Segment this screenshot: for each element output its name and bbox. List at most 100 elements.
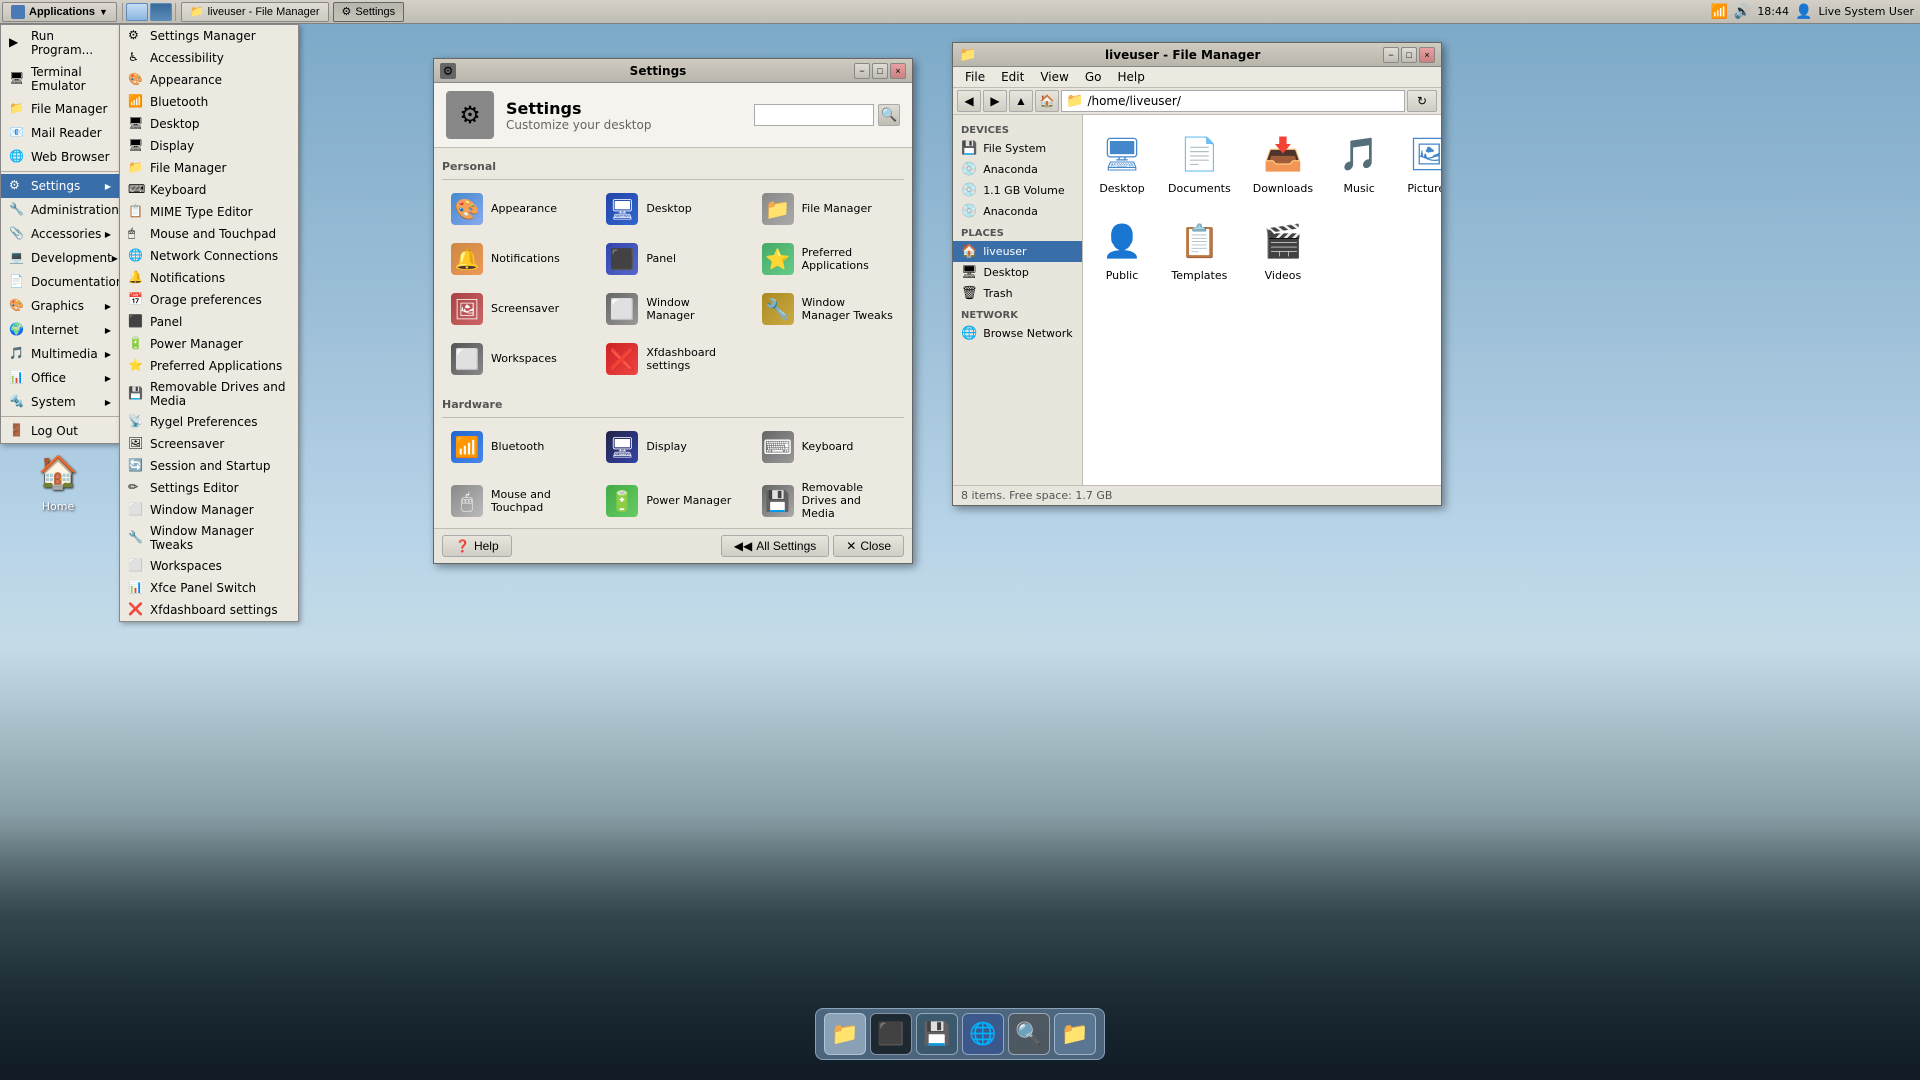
menu-browser[interactable]: 🌐 Web Browser <box>1 145 119 169</box>
fm-home-btn[interactable]: 🏠 <box>1035 90 1059 112</box>
sm-settings-manager[interactable]: ⚙ Settings Manager <box>120 25 298 47</box>
menu-run-program[interactable]: ▶ Run Program... <box>1 25 119 61</box>
menu-logout[interactable]: 🚪 Log Out <box>1 419 119 443</box>
dock-item-folder1[interactable]: 📁 <box>824 1013 866 1055</box>
settings-keyboard[interactable]: ⌨ Keyboard <box>753 424 904 470</box>
settings-panel[interactable]: ⬛ Panel <box>597 236 748 282</box>
settings-power[interactable]: 🔋 Power Manager <box>597 474 748 528</box>
menu-office[interactable]: 📊 Office ▶ <box>1 366 119 390</box>
fm-device-anaconda2[interactable]: 💿 Anaconda <box>953 201 1082 222</box>
settings-desktop[interactable]: 🖥 Desktop <box>597 186 748 232</box>
fm-icon-downloads[interactable]: 📥 Downloads <box>1246 123 1320 202</box>
fm-browse-network[interactable]: 🌐 Browse Network <box>953 323 1082 344</box>
menu-system[interactable]: 🔩 System ▶ <box>1 390 119 414</box>
settings-search-input[interactable] <box>754 104 874 126</box>
menu-graphics[interactable]: 🎨 Graphics ▶ <box>1 294 119 318</box>
sm-xfdashboard[interactable]: ❌ Xfdashboard settings <box>120 599 298 621</box>
sm-settings-editor[interactable]: ✏ Settings Editor <box>120 477 298 499</box>
menu-mail[interactable]: 📧 Mail Reader <box>1 121 119 145</box>
sm-workspaces[interactable]: ⬜ Workspaces <box>120 555 298 577</box>
sm-power[interactable]: 🔋 Power Manager <box>120 333 298 355</box>
all-settings-button[interactable]: ◀◀ All Settings <box>721 535 830 557</box>
sm-mime[interactable]: 📋 MIME Type Editor <box>120 201 298 223</box>
fm-menu-view[interactable]: View <box>1032 68 1076 86</box>
fm-icon-music[interactable]: 🎵 Music <box>1328 123 1390 202</box>
menu-internet[interactable]: 🌍 Internet ▶ <box>1 318 119 342</box>
sm-session[interactable]: 🔄 Session and Startup <box>120 455 298 477</box>
fm-icon-public[interactable]: 👤 Public <box>1091 210 1153 289</box>
dock-item-folder2[interactable]: 📁 <box>1054 1013 1096 1055</box>
menu-accessories[interactable]: 📎 Accessories ▶ <box>1 222 119 246</box>
settings-mouse[interactable]: 🖱 Mouse and Touchpad <box>442 474 593 528</box>
fm-menu-help[interactable]: Help <box>1109 68 1152 86</box>
fm-minimize-btn[interactable]: − <box>1383 47 1399 63</box>
menu-terminal[interactable]: 🖥 Terminal Emulator <box>1 61 119 97</box>
settings-taskbar-btn[interactable]: ⚙ Settings <box>333 2 405 22</box>
menu-file-manager[interactable]: 📁 File Manager <box>1 97 119 121</box>
settings-close-footer-button[interactable]: ✕ Close <box>833 535 904 557</box>
settings-help-button[interactable]: ❓ Help <box>442 535 512 557</box>
settings-screensaver[interactable]: 🖼 Screensaver <box>442 286 593 332</box>
settings-display[interactable]: 🖥 Display <box>597 424 748 470</box>
menu-development[interactable]: 💻 Development ▶ <box>1 246 119 270</box>
fm-maximize-btn[interactable]: □ <box>1401 47 1417 63</box>
dock-item-browser[interactable]: 🌐 <box>962 1013 1004 1055</box>
settings-filemanager[interactable]: 📁 File Manager <box>753 186 904 232</box>
settings-windowmanager[interactable]: ⬜ Window Manager <box>597 286 748 332</box>
fm-back-btn[interactable]: ◀ <box>957 90 981 112</box>
sm-orage[interactable]: 📅 Orage preferences <box>120 289 298 311</box>
settings-close-btn[interactable]: × <box>890 63 906 79</box>
sm-filemanager[interactable]: 📁 File Manager <box>120 157 298 179</box>
settings-removable[interactable]: 💾 Removable Drives and Media <box>753 474 904 528</box>
fm-device-volume[interactable]: 💿 1.1 GB Volume <box>953 180 1082 201</box>
fm-forward-btn[interactable]: ▶ <box>983 90 1007 112</box>
menu-multimedia[interactable]: 🎵 Multimedia ▶ <box>1 342 119 366</box>
menu-settings[interactable]: ⚙ Settings ▶ <box>1 174 119 198</box>
fm-place-trash[interactable]: 🗑 Trash <box>953 283 1082 304</box>
fm-device-filesystem[interactable]: 💾 File System <box>953 138 1082 159</box>
fm-icon-desktop[interactable]: 🖥 Desktop <box>1091 123 1153 202</box>
sm-bluetooth[interactable]: 📶 Bluetooth <box>120 91 298 113</box>
network-icon[interactable]: 📶 <box>1710 4 1727 20</box>
fm-icon-pictures[interactable]: 🖼 Pictures <box>1398 123 1441 202</box>
sm-notifications[interactable]: 🔔 Notifications <box>120 267 298 289</box>
desktop-icon-home[interactable]: 🏠 Home <box>18 448 98 513</box>
fm-close-btn[interactable]: × <box>1419 47 1435 63</box>
sm-screensaver[interactable]: 🖼 Screensaver <box>120 433 298 455</box>
sm-appearance[interactable]: 🎨 Appearance <box>120 69 298 91</box>
fm-place-desktop[interactable]: 🖥 Desktop <box>953 262 1082 283</box>
settings-wm-tweaks[interactable]: 🔧 Window Manager Tweaks <box>753 286 904 332</box>
sm-preferred[interactable]: ⭐ Preferred Applications <box>120 355 298 377</box>
sm-removable[interactable]: 💾 Removable Drives and Media <box>120 377 298 411</box>
dock-item-files[interactable]: 💾 <box>916 1013 958 1055</box>
fm-device-anaconda1[interactable]: 💿 Anaconda <box>953 159 1082 180</box>
settings-xfdashboard[interactable]: ❌ Xfdashboard settings <box>597 336 748 382</box>
sm-accessibility[interactable]: ♿ Accessibility <box>120 47 298 69</box>
settings-appearance[interactable]: 🎨 Appearance <box>442 186 593 232</box>
settings-maximize-btn[interactable]: □ <box>872 63 888 79</box>
dock-item-terminal[interactable]: ⬛ <box>870 1013 912 1055</box>
sm-wm-tweaks[interactable]: 🔧 Window Manager Tweaks <box>120 521 298 555</box>
fm-up-btn[interactable]: ▲ <box>1009 90 1033 112</box>
dock-item-search[interactable]: 🔍 <box>1008 1013 1050 1055</box>
fm-icon-templates[interactable]: 📋 Templates <box>1161 210 1238 289</box>
menu-administration[interactable]: 🔧 Administration ▶ <box>1 198 119 222</box>
settings-workspaces[interactable]: ⬜ Workspaces <box>442 336 593 382</box>
fm-icon-videos[interactable]: 🎬 Videos <box>1246 210 1320 289</box>
fm-menu-go[interactable]: Go <box>1077 68 1110 86</box>
menu-documentation[interactable]: 📄 Documentation ▶ <box>1 270 119 294</box>
sm-window-manager[interactable]: ⬜ Window Manager <box>120 499 298 521</box>
volume-icon[interactable]: 🔊 <box>1734 4 1751 20</box>
window-switcher-1[interactable] <box>126 3 148 21</box>
settings-minimize-btn[interactable]: − <box>854 63 870 79</box>
fm-menu-edit[interactable]: Edit <box>993 68 1032 86</box>
settings-preferred[interactable]: ⭐ Preferred Applications <box>753 236 904 282</box>
window-switcher-2[interactable] <box>150 3 172 21</box>
fm-reload-btn[interactable]: ↻ <box>1407 90 1437 112</box>
file-manager-taskbar-btn[interactable]: 📁 liveuser - File Manager <box>181 2 329 22</box>
fm-icon-documents[interactable]: 📄 Documents <box>1161 123 1238 202</box>
sm-panel[interactable]: ⬛ Panel <box>120 311 298 333</box>
fm-place-liveuser[interactable]: 🏠 liveuser <box>953 241 1082 262</box>
sm-display[interactable]: 🖥 Display <box>120 135 298 157</box>
sm-xfce-panel[interactable]: 📊 Xfce Panel Switch <box>120 577 298 599</box>
